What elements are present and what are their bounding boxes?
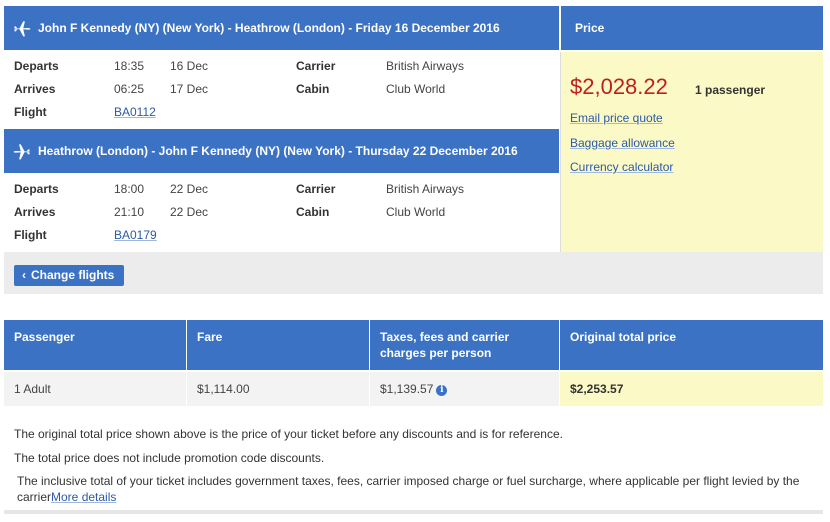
flight-label: Flight [14,228,47,242]
cabin-value: Club World [386,82,446,96]
carrier-label: Carrier [296,182,336,196]
cell-taxes-text: $1,139.57 [380,382,434,396]
bottom-divider [4,510,823,514]
change-flights-bar [4,252,823,294]
arrives-label: Arrives [14,205,56,219]
outbound-flight-header: John F Kennedy (NY) (New York) - Heathro… [4,6,559,50]
arrives-time: 21:10 [114,205,145,219]
cell-passenger-text: 1 Adult [14,382,51,396]
inbound-arrives-row: Arrives 21:10 22 Dec Cabin Club World [0,201,560,223]
cell-original-total-text: $2,253.57 [570,382,624,396]
col-header-taxes: Taxes, fees and carrier charges per pers… [370,320,559,370]
currency-calculator-link[interactable]: Currency calculator [570,160,673,174]
cell-passenger: 1 Adult [4,372,186,406]
departs-date: 16 Dec [170,59,209,73]
inbound-flight-row: Flight BA0179 [0,224,560,246]
col-header-fare: Fare [187,320,369,370]
col-header-taxes-text: Taxes, fees and carrier charges per pers… [380,330,510,360]
price-amount: $2,028.22 [570,74,668,99]
inbound-flight-header: Heathrow (London) - John F Kennedy (NY) … [4,129,559,173]
price-header-text: Price [575,21,605,35]
outbound-header-text: John F Kennedy (NY) (New York) - Heathro… [38,21,500,35]
carrier-value: British Airways [386,182,465,196]
flight-number-link[interactable]: BA0179 [114,224,157,246]
cabin-value: Club World [386,205,446,219]
price-header: Price [561,6,823,50]
arrives-time: 06:25 [114,82,145,96]
col-header-fare-text: Fare [197,330,223,344]
more-details-link[interactable]: More details [51,490,116,504]
cell-taxes: $1,139.57 i [370,372,559,406]
cabin-label: Cabin [296,82,330,96]
outbound-arrives-row: Arrives 06:25 17 Dec Cabin Club World [0,78,560,100]
departs-label: Departs [14,182,59,196]
col-header-passenger-text: Passenger [14,330,75,344]
cell-fare-text: $1,114.00 [197,382,250,396]
arrives-label: Arrives [14,82,56,96]
change-flights-button[interactable]: ‹ Change flights [14,265,124,286]
inbound-header-text: Heathrow (London) - John F Kennedy (NY) … [38,144,518,158]
departs-time: 18:00 [114,182,145,196]
passenger-count: 1 passenger [695,83,766,97]
email-price-quote-link[interactable]: Email price quote [570,111,663,125]
departs-time: 18:35 [114,59,145,73]
flight-label: Flight [14,105,47,119]
plane-arrival-icon [12,141,32,161]
cabin-label: Cabin [296,205,330,219]
baggage-allowance-link[interactable]: Baggage allowance [570,136,675,150]
note-original-price: The original total price shown above is … [14,427,563,441]
note-promotion: The total price does not include promoti… [14,451,325,465]
departs-label: Departs [14,59,59,73]
col-header-original-total: Original total price [560,320,823,370]
arrives-date: 22 Dec [170,205,209,219]
col-header-original-total-text: Original total price [570,330,677,344]
price-panel: $2,028.22 1 passenger Email price quote … [560,52,823,252]
arrives-date: 17 Dec [170,82,209,96]
departs-date: 22 Dec [170,182,209,196]
cell-fare: $1,114.00 [187,372,369,406]
outbound-departs-row: Departs 18:35 16 Dec Carrier British Air… [0,55,560,77]
plane-departure-icon [12,18,32,38]
col-header-passenger: Passenger [4,320,186,370]
carrier-label: Carrier [296,59,336,73]
chevron-left-icon: ‹ [22,268,26,282]
info-icon[interactable]: i [436,385,448,396]
inbound-departs-row: Departs 18:00 22 Dec Carrier British Air… [0,178,560,200]
carrier-value: British Airways [386,59,465,73]
change-flights-label: Change flights [31,268,115,282]
outbound-flight-row: Flight BA0112 [0,101,560,123]
note-inclusive-total-text: The inclusive total of your ticket inclu… [17,474,800,504]
flight-number-link[interactable]: BA0112 [114,101,156,123]
note-inclusive-total: The inclusive total of your ticket inclu… [17,473,817,505]
cell-original-total: $2,253.57 [560,372,823,406]
